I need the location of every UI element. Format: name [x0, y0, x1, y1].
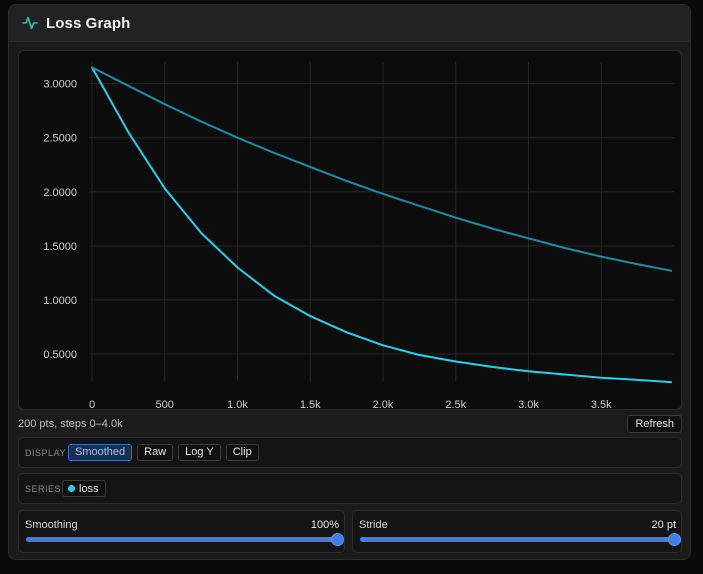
smoothing-slider-thumb[interactable] [331, 533, 344, 546]
x-tick-label: 3.0k [518, 399, 539, 410]
smoothing-slider-box: Smoothing 100% [18, 510, 345, 553]
series-color-dot [68, 485, 75, 492]
x-tick-label: 1.0k [227, 399, 248, 410]
series-line-1 [91, 66, 673, 272]
info-row: 200 pts, steps 0–4.0k Refresh [18, 415, 682, 433]
series-toggle-label: loss [79, 482, 99, 495]
series-section-label: SERIES [25, 484, 62, 494]
x-tick-label: 2.5k [445, 399, 466, 410]
smoothing-value: 100% [310, 519, 339, 531]
smoothing-slider[interactable] [26, 533, 344, 546]
loss-graph-panel: Loss Graph 0 500 1.0k 1.5k 2.0k 2.5k 3.0k 3.5k 3… [8, 4, 691, 560]
display-section-label: DISPLAY [25, 448, 66, 458]
loss-chart-svg: 0 500 1.0k 1.5k 2.0k 2.5k 3.0k 3.5k 3.0000 2.5000… [43, 62, 674, 410]
smoothing-label: Smoothing [25, 519, 78, 531]
chip-smoothed[interactable]: Smoothed [68, 444, 133, 461]
display-chip-group: Smoothed Raw Log Y Clip [68, 444, 259, 461]
stride-slider-thumb[interactable] [668, 533, 681, 546]
y-tick-label: 3.0000 [43, 79, 77, 91]
display-section: DISPLAY Smoothed Raw Log Y Clip [18, 437, 682, 468]
x-tick-label: 0 [89, 399, 95, 410]
y-tick-label: 0.5000 [43, 349, 77, 361]
smoothing-slider-fill [26, 537, 338, 542]
series-line-0 [91, 66, 673, 384]
panel-header: Loss Graph [9, 5, 690, 42]
y-tick-label: 2.5000 [43, 133, 77, 145]
stride-slider-box: Stride 20 pt [352, 510, 682, 553]
points-summary: 200 pts, steps 0–4.0k [18, 418, 123, 430]
y-tick-label: 2.0000 [43, 187, 77, 199]
series-toggle-loss[interactable]: loss [62, 480, 106, 497]
stride-slider-fill [360, 537, 675, 542]
stride-value: 20 pt [651, 519, 676, 531]
x-tick-label: 2.0k [373, 399, 394, 410]
y-tick-label: 1.0000 [43, 295, 77, 307]
loss-chart[interactable]: 0 500 1.0k 1.5k 2.0k 2.5k 3.0k 3.5k 3.0000 2.5000… [18, 50, 682, 410]
chip-log-y[interactable]: Log Y [178, 444, 221, 461]
activity-pulse-icon [22, 16, 38, 30]
refresh-button[interactable]: Refresh [627, 415, 682, 433]
x-tick-label: 1.5k [300, 399, 321, 410]
chip-clip[interactable]: Clip [225, 444, 259, 461]
panel-title: Loss Graph [46, 14, 131, 32]
chip-raw[interactable]: Raw [137, 444, 174, 461]
y-tick-label: 1.5000 [43, 241, 77, 253]
x-tick-label: 3.5k [591, 399, 612, 410]
stride-label: Stride [359, 519, 388, 531]
x-tick-label: 500 [156, 399, 174, 410]
series-section: SERIES loss [18, 473, 682, 504]
stride-slider[interactable] [360, 533, 681, 546]
